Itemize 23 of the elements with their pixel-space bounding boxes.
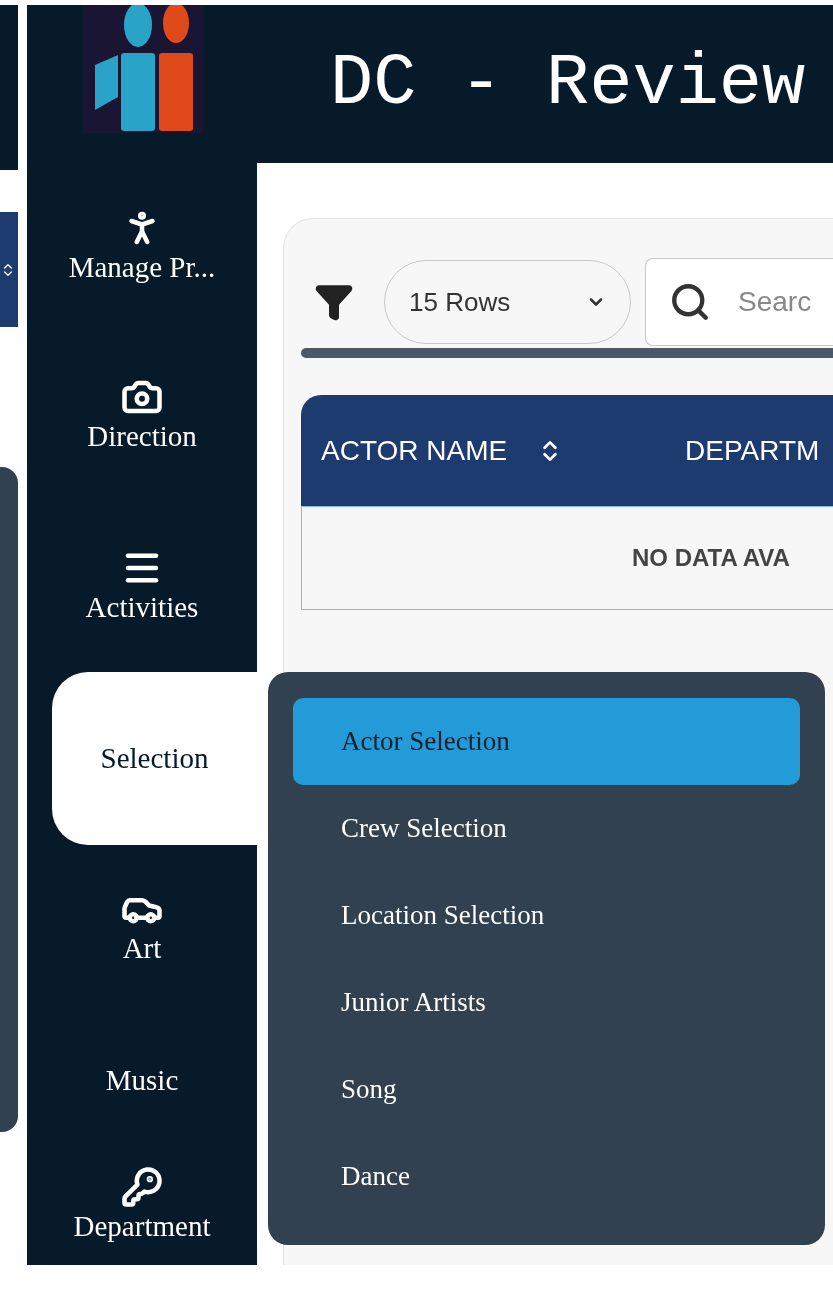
column-header: ACTOR NAME [321, 433, 508, 468]
submenu-item[interactable]: Junior Artists [293, 959, 800, 1046]
logo-icon [83, 5, 203, 133]
sidebar-item[interactable]: Selection [52, 672, 257, 845]
sidebar-item[interactable]: Music [27, 1010, 257, 1150]
sidebar-item[interactable]: Direction [27, 330, 257, 500]
submenu-item[interactable]: Song [293, 1046, 800, 1133]
search-field[interactable]: Searc [645, 258, 833, 346]
key-icon [121, 1165, 163, 1208]
sidebar-item[interactable]: Department [27, 1150, 257, 1260]
submenu-item[interactable]: Actor Selection [293, 698, 800, 785]
submenu-item[interactable]: Dance [293, 1133, 800, 1220]
search-icon [669, 281, 711, 323]
page-title: DC - Review [329, 42, 806, 127]
filter-icon[interactable] [314, 282, 354, 322]
empty-message: NO DATA AVA [632, 543, 790, 573]
rows-select[interactable]: 15 Rows [384, 260, 631, 344]
sidebar-item[interactable]: Manage Pr... [27, 163, 257, 330]
submenu-item[interactable]: Location Selection [293, 872, 800, 959]
sidebar-item[interactable]: Activities [27, 500, 257, 672]
submenu-item[interactable]: Crew Selection [293, 785, 800, 872]
column-header: DEPARTM [685, 433, 820, 468]
sidebar-item[interactable]: Art [27, 845, 257, 1010]
